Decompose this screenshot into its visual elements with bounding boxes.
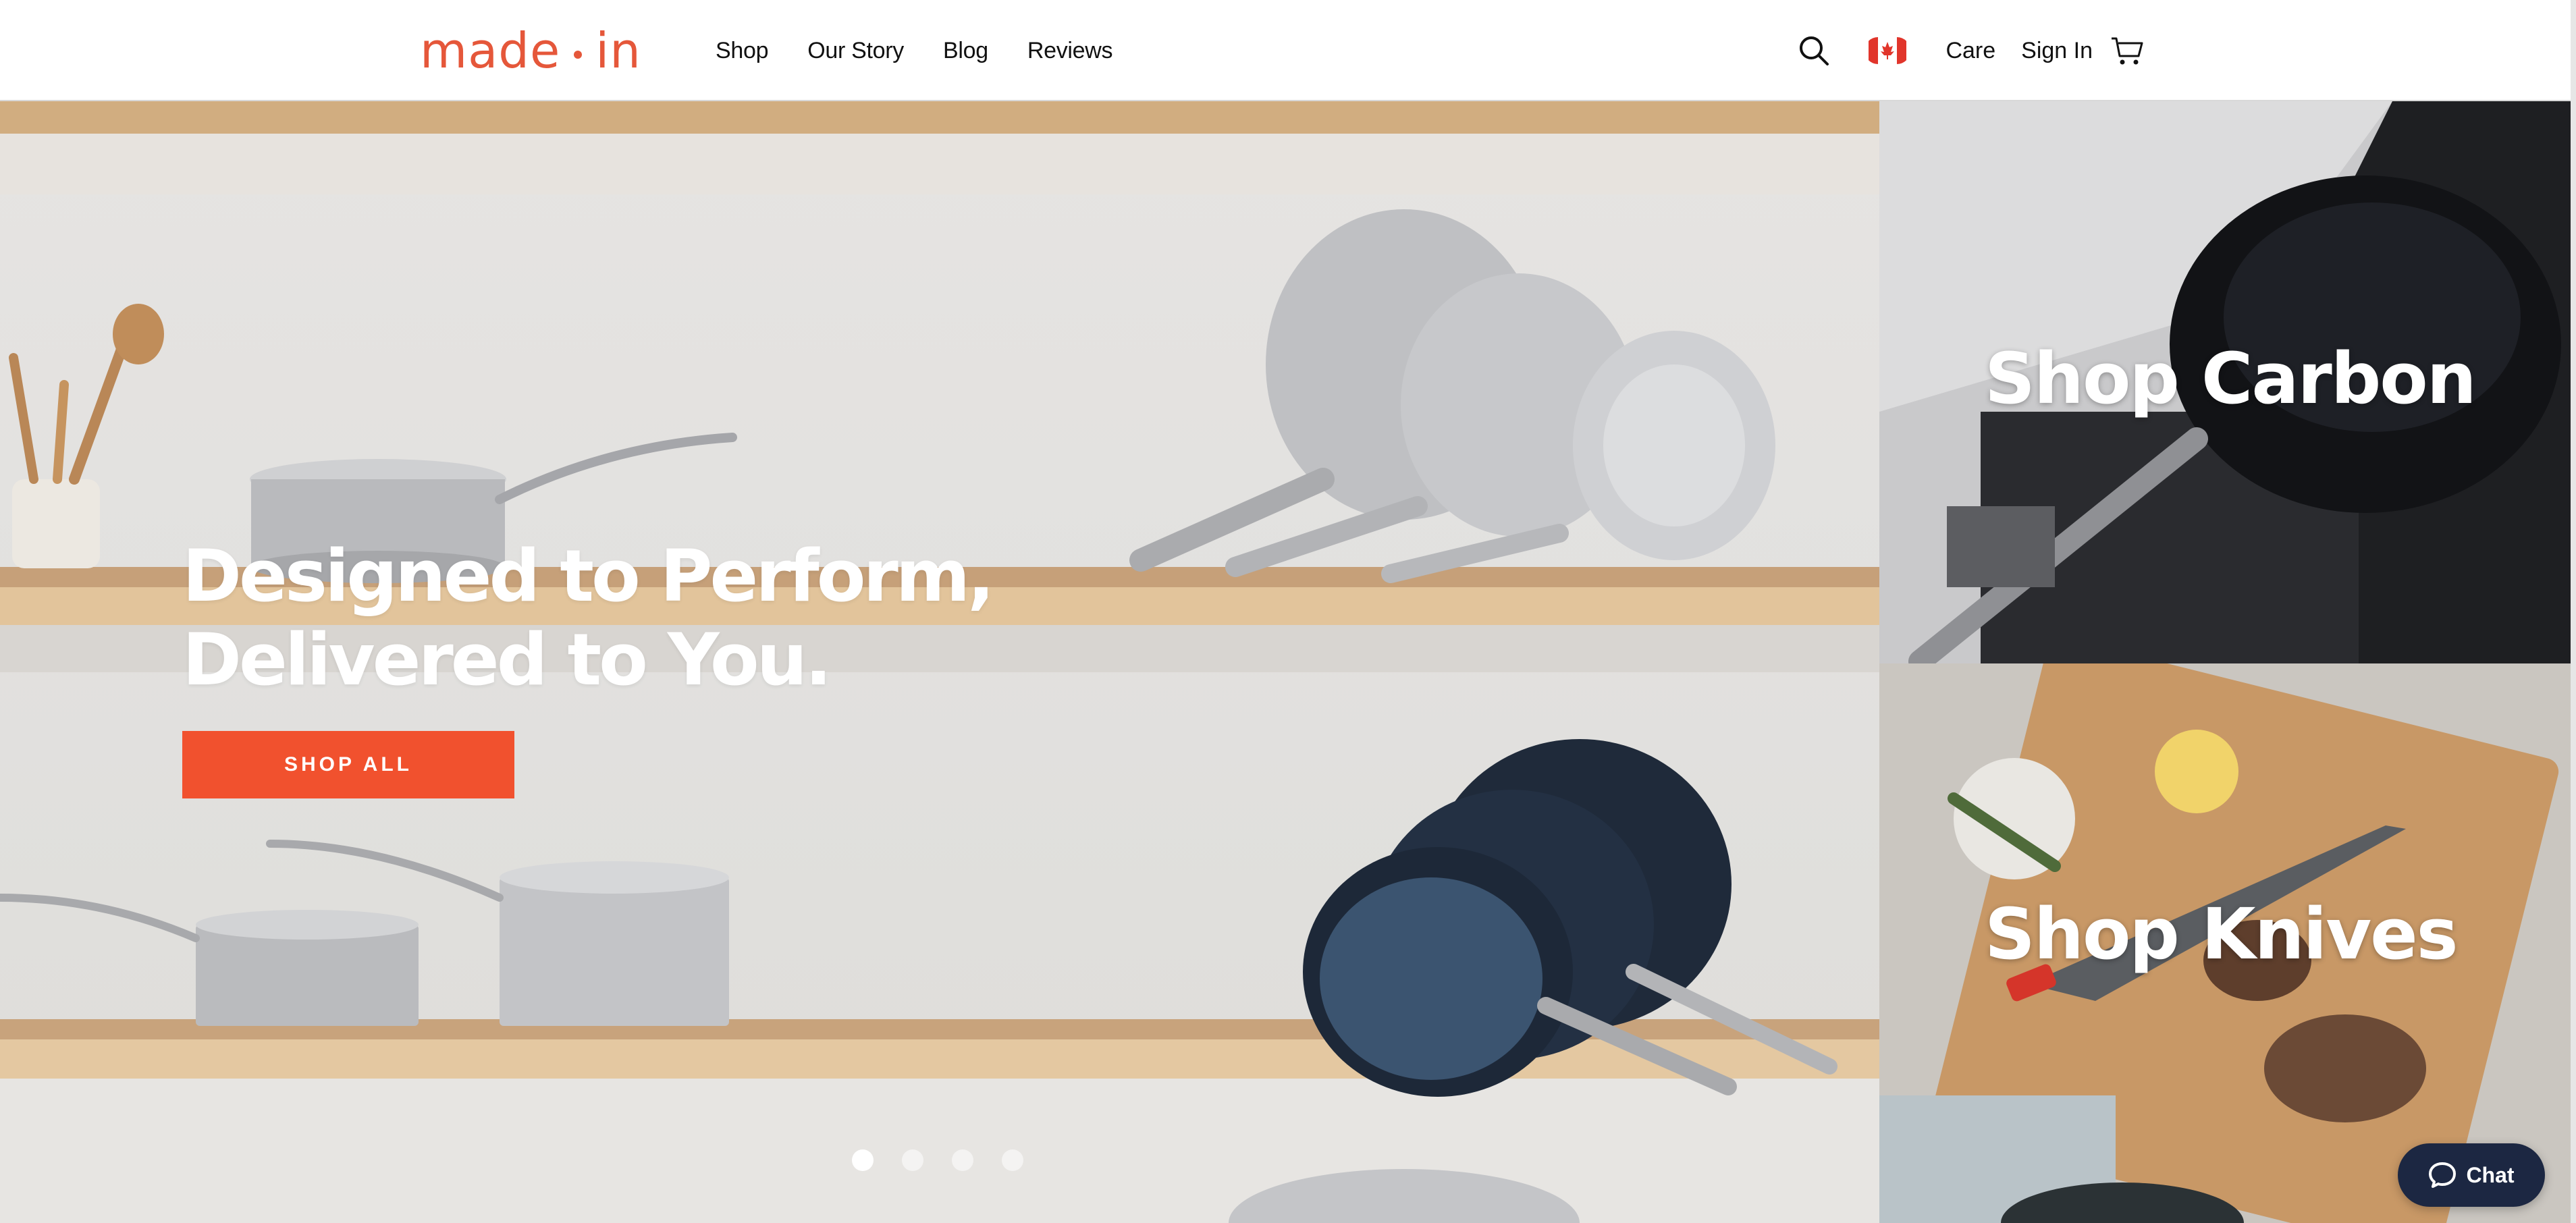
carousel-dot-4[interactable] (1002, 1149, 1023, 1171)
site-header: made in Shop Our Story Blog Reviews Care… (0, 0, 2576, 101)
shop-knives-label: Shop Knives (1985, 893, 2459, 975)
shop-carbon-label: Shop Carbon (1985, 337, 2477, 420)
main-nav: Shop Our Story Blog Reviews (716, 0, 1113, 101)
chat-label: Chat (2466, 1162, 2515, 1187)
chat-bubble-icon (2428, 1162, 2457, 1189)
logo-text-right: in (595, 22, 641, 79)
shop-knives-tile[interactable]: Shop Knives (1879, 663, 2576, 1223)
hero-headline-line1: Designed to Perform, (182, 535, 995, 618)
shop-all-button[interactable]: SHOP ALL (182, 731, 514, 798)
carousel-dot-2[interactable] (902, 1149, 923, 1171)
nav-our-story[interactable]: Our Story (807, 38, 904, 64)
nav-shop[interactable]: Shop (716, 38, 769, 64)
chat-button[interactable]: Chat (2398, 1143, 2545, 1207)
carousel-dot-1[interactable] (852, 1149, 874, 1171)
hero-banner: Designed to Perform, Delivered to You. S… (0, 101, 1879, 1223)
carousel-dots (852, 1149, 1023, 1171)
logo-text-left: made (420, 22, 561, 79)
care-link[interactable]: Care (1946, 38, 1995, 64)
cart-icon[interactable] (2110, 34, 2144, 67)
canada-flag-icon[interactable] (1869, 36, 1907, 65)
brand-logo[interactable]: made in (420, 13, 641, 88)
page-scrollbar[interactable] (2571, 0, 2576, 1223)
nav-blog[interactable]: Blog (943, 38, 988, 64)
hero-headline: Designed to Perform, Delivered to You. (182, 535, 995, 702)
nav-reviews[interactable]: Reviews (1027, 38, 1113, 64)
carousel-dot-3[interactable] (952, 1149, 973, 1171)
logo-dot (574, 51, 583, 59)
search-icon[interactable] (1797, 34, 1831, 67)
shop-carbon-tile[interactable]: Shop Carbon (1879, 101, 2576, 663)
sign-in-link[interactable]: Sign In (2021, 38, 2093, 64)
utility-nav: Care Sign In (1797, 0, 2144, 101)
hero-headline-line2: Delivered to You. (182, 618, 832, 701)
